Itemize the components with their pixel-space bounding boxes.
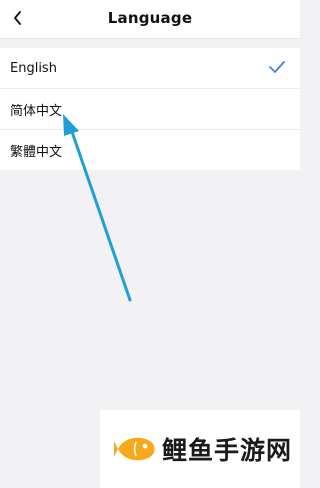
language-option-english[interactable]: English: [0, 48, 300, 89]
language-label: English: [10, 60, 57, 76]
fish-logo-icon: [114, 437, 155, 461]
language-label: 简体中文: [10, 103, 63, 119]
language-label: 繁體中文: [10, 144, 63, 160]
check-icon: [269, 61, 285, 73]
watermark: 鲤鱼手游网: [100, 410, 300, 488]
language-list: English 简体中文 繁體中文: [0, 48, 300, 170]
language-option-traditional-chinese[interactable]: 繁體中文: [0, 130, 300, 170]
language-option-simplified-chinese[interactable]: 简体中文: [0, 89, 300, 130]
watermark-text: 鲤鱼手游网: [162, 436, 293, 465]
page-title: Language: [107, 9, 193, 27]
nav-bar: Language: [0, 0, 300, 39]
